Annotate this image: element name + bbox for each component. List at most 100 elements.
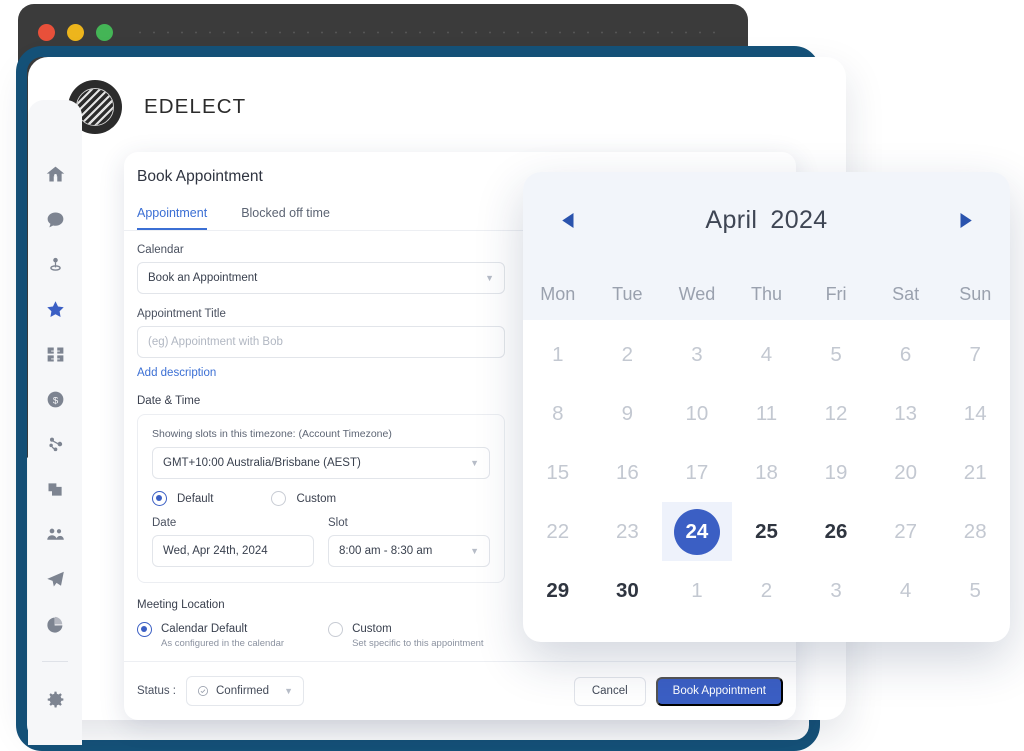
datepicker-day[interactable]: 11 <box>732 384 802 443</box>
datepicker-day[interactable]: 12 <box>801 384 871 443</box>
datepicker-day-number: 13 <box>894 401 918 425</box>
close-window-dot[interactable] <box>38 24 55 41</box>
tab-appointment[interactable]: Appointment <box>137 206 208 230</box>
sidebar-item-automation[interactable] <box>43 432 67 456</box>
datepicker-day-number: 16 <box>615 460 639 484</box>
datepicker-day-number: 26 <box>824 519 848 543</box>
cancel-button[interactable]: Cancel <box>573 676 646 706</box>
status-badge[interactable]: Confirmed ▼ <box>186 676 304 706</box>
slot-field-label: Slot <box>328 517 348 529</box>
datepicker-day[interactable]: 2 <box>732 561 802 620</box>
datepicker-day-number: 23 <box>615 519 639 543</box>
check-circle-icon <box>197 685 209 697</box>
sidebar-item-contacts[interactable] <box>43 342 67 366</box>
datepicker-day-number: 2 <box>621 342 634 366</box>
datepicker-day-number: 14 <box>963 401 987 425</box>
datepicker-day[interactable]: 10 <box>662 384 732 443</box>
chrome-dotted-rule <box>133 31 726 34</box>
datepicker-day-number: 7 <box>969 342 981 366</box>
page-title: Book Appointment <box>137 168 263 185</box>
triangle-right-icon[interactable] <box>954 209 976 231</box>
meeting-location-option-custom[interactable]: Custom Set specific to this appointment <box>328 622 484 649</box>
chevron-down-icon: ▼ <box>485 273 494 283</box>
minimize-window-dot[interactable] <box>67 24 84 41</box>
datepicker-day[interactable]: 27 <box>871 502 941 561</box>
sidebar-item-marketing[interactable] <box>43 567 67 591</box>
sidebar-item-settings[interactable] <box>43 687 67 711</box>
datepicker-popup: April 2024 Mon Tue Wed Thu Fri Sat Sun 12… <box>523 172 1010 642</box>
triangle-left-icon[interactable] <box>557 209 579 231</box>
datepicker-day[interactable]: 3 <box>801 561 871 620</box>
datepicker-day[interactable]: 24 <box>662 502 732 561</box>
datepicker-day[interactable]: 30 <box>593 561 663 620</box>
datepicker-day[interactable]: 19 <box>801 443 871 502</box>
datepicker-day[interactable]: 1 <box>662 561 732 620</box>
calendar-select-value: Book an Appointment <box>148 272 258 284</box>
datepicker-day[interactable]: 28 <box>940 502 1010 561</box>
sidebar-item-home[interactable] <box>43 162 67 186</box>
radio-custom[interactable] <box>271 491 287 506</box>
datepicker-day[interactable]: 16 <box>593 443 663 502</box>
datepicker-day[interactable]: 13 <box>871 384 941 443</box>
sidebar-item-opportunities[interactable] <box>43 252 67 276</box>
datepicker-day[interactable]: 17 <box>662 443 732 502</box>
weekday-thu: Thu <box>750 283 782 304</box>
meeting-location-section-label: Meeting Location <box>137 599 225 611</box>
timezone-select-value: GMT+10:00 Australia/Brisbane (AEST) <box>163 457 361 469</box>
datepicker-day-number: 1 <box>691 578 703 602</box>
datepicker-header: April 2024 <box>523 172 1010 268</box>
datepicker-day[interactable]: 20 <box>871 443 941 502</box>
datepicker-day[interactable]: 7 <box>940 325 1010 384</box>
datepicker-day[interactable]: 4 <box>732 325 802 384</box>
sidebar-item-memberships[interactable] <box>43 522 67 546</box>
radio-location-custom[interactable] <box>328 622 344 637</box>
datepicker-day[interactable]: 9 <box>593 384 663 443</box>
datepicker-day[interactable]: 23 <box>593 502 663 561</box>
sidebar-item-calendars[interactable] <box>43 297 67 321</box>
datepicker-day-number: 11 <box>755 401 778 425</box>
datepicker-day-number: 28 <box>963 519 987 543</box>
appointment-title-input[interactable]: (eg) Appointment with Bob <box>137 326 505 358</box>
sidebar-item-payments[interactable]: $ <box>43 387 67 411</box>
timezone-select[interactable]: GMT+10:00 Australia/Brisbane (AEST) ▼ <box>152 447 490 479</box>
datepicker-day[interactable]: 29 <box>523 561 593 620</box>
datepicker-day[interactable]: 4 <box>871 561 941 620</box>
datepicker-day[interactable]: 2 <box>593 325 663 384</box>
slot-select[interactable]: 8:00 am - 8:30 am ▼ <box>328 535 490 567</box>
chevron-down-icon: ▼ <box>470 458 479 468</box>
datepicker-day[interactable]: 1 <box>523 325 593 384</box>
datepicker-day[interactable]: 14 <box>940 384 1010 443</box>
maximize-window-dot[interactable] <box>96 24 113 41</box>
timezone-hint: Showing slots in this timezone: (Account… <box>152 428 392 440</box>
datepicker-day[interactable]: 5 <box>940 561 1010 620</box>
tab-blocked-off-time[interactable]: Blocked off time <box>241 206 330 230</box>
weekday-header-row: Mon Tue Wed Thu Fri Sat Sun <box>523 268 1010 320</box>
book-appointment-button[interactable]: Book Appointment <box>655 676 783 706</box>
meeting-location-option-title: Custom <box>352 623 392 635</box>
radio-default[interactable] <box>152 491 167 506</box>
sidebar-item-sites[interactable] <box>43 477 67 501</box>
datepicker-day[interactable]: 3 <box>662 325 732 384</box>
meeting-location-option-calendar-default[interactable]: Calendar Default As configured in the ca… <box>137 622 284 649</box>
datepicker-day[interactable]: 6 <box>871 325 941 384</box>
add-description-link[interactable]: Add description <box>137 367 216 379</box>
datepicker-day[interactable]: 21 <box>940 443 1010 502</box>
datepicker-day[interactable]: 18 <box>732 443 802 502</box>
datepicker-day-number: 1 <box>552 342 564 366</box>
datepicker-day[interactable]: 8 <box>523 384 593 443</box>
datepicker-day[interactable]: 5 <box>801 325 871 384</box>
sidebar-divider <box>42 661 68 662</box>
datepicker-day-number: 5 <box>969 578 981 602</box>
datepicker-day[interactable]: 22 <box>523 502 593 561</box>
date-input[interactable]: Wed, Apr 24th, 2024 <box>152 535 314 567</box>
calendar-select[interactable]: Book an Appointment ▼ <box>137 262 505 294</box>
radio-calendar-default[interactable] <box>137 622 152 637</box>
datepicker-day[interactable]: 25 <box>732 502 802 561</box>
datepicker-day[interactable]: 26 <box>801 502 871 561</box>
weekday-sun: Sun <box>959 283 992 304</box>
sidebar-item-reporting[interactable] <box>43 612 67 636</box>
sidebar-item-conversations[interactable] <box>43 207 67 231</box>
datepicker-day[interactable]: 15 <box>523 443 593 502</box>
date-time-section-label: Date & Time <box>137 395 201 407</box>
appointment-title-label: Appointment Title <box>137 308 226 320</box>
